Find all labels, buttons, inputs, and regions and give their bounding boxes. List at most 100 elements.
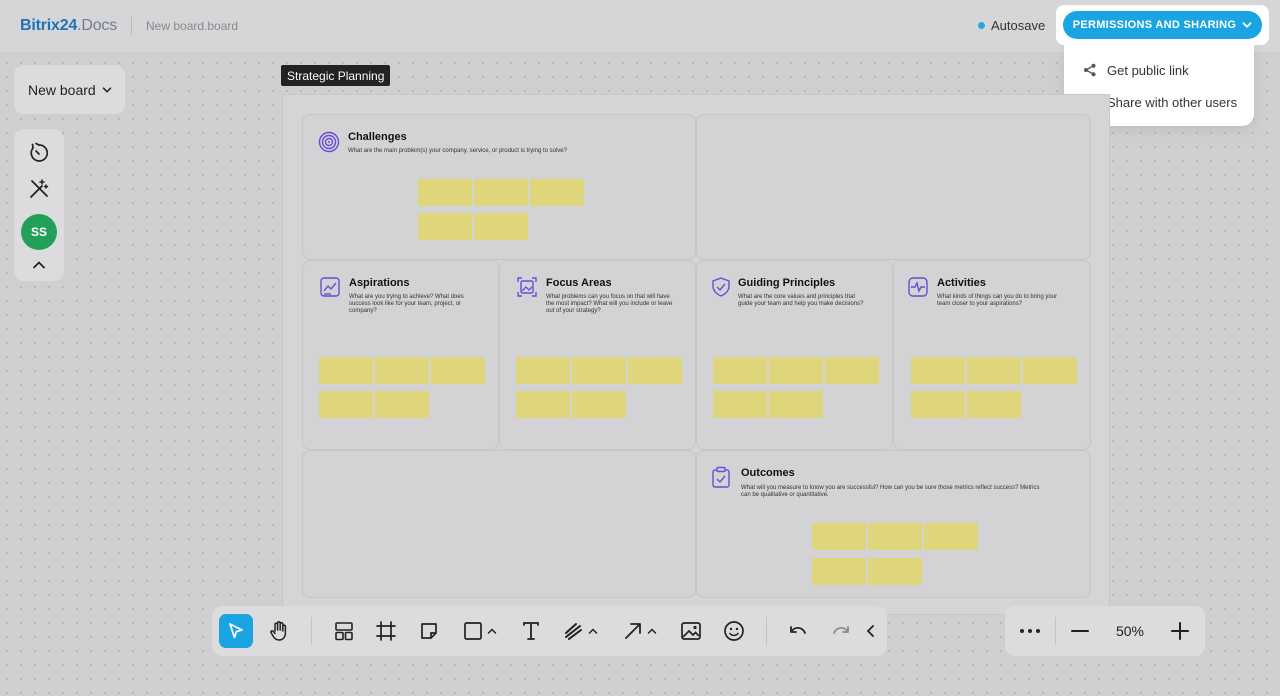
collapse-toolbar-button[interactable] (860, 614, 882, 648)
sticky-note[interactable] (375, 391, 429, 418)
frame-label[interactable]: Strategic Planning (281, 65, 391, 86)
plus-icon (1171, 622, 1189, 640)
section-challenges[interactable]: Challenges What are the main problem(s) … (302, 114, 696, 260)
sticky-note[interactable] (967, 357, 1021, 384)
sticky-note[interactable] (572, 357, 626, 384)
toolbar-divider (311, 617, 312, 645)
sticky-note[interactable] (319, 357, 373, 384)
sticky-note[interactable] (868, 523, 922, 550)
arrow-icon (625, 623, 641, 639)
section-guiding-principles[interactable]: Guiding Principles What are the core val… (696, 260, 893, 450)
wand-off-icon (30, 179, 49, 198)
avatar-initials: SS (21, 214, 57, 250)
templates-tool-button[interactable] (327, 614, 361, 648)
more-options-button[interactable] (1013, 614, 1047, 648)
chevron-up-icon (647, 628, 657, 634)
hand-tool-button[interactable] (262, 614, 296, 648)
chevron-up-icon (33, 261, 45, 269)
sticky-note[interactable] (769, 391, 823, 418)
sticky-note[interactable] (812, 558, 866, 585)
image-tool-button[interactable] (674, 614, 708, 648)
sticky-note[interactable] (431, 357, 485, 384)
collapse-toolbar-button[interactable] (14, 258, 64, 272)
section-empty-top-right[interactable] (696, 114, 1091, 260)
history-timer-icon (30, 142, 49, 162)
section-title: Aspirations (349, 277, 410, 289)
toolbar-divider (1055, 617, 1056, 645)
magic-wand-off-button[interactable] (14, 178, 64, 200)
toolbar-divider (766, 617, 767, 645)
zoom-in-button[interactable] (1163, 614, 1197, 648)
board-select-dropdown[interactable]: New board (14, 65, 125, 114)
section-activities[interactable]: Activities What kinds of things can you … (893, 260, 1091, 450)
permissions-and-sharing-button[interactable]: PERMISSIONS AND SHARING (1063, 11, 1262, 39)
section-title: Challenges (348, 131, 407, 143)
sticky-note[interactable] (628, 357, 682, 384)
smiley-icon (724, 621, 744, 641)
select-tool-button[interactable] (219, 614, 253, 648)
more-dots-icon (1020, 629, 1040, 633)
section-empty-bottom-left[interactable] (302, 450, 696, 598)
sticky-note[interactable] (516, 357, 570, 384)
sticky-note[interactable] (713, 357, 767, 384)
sticky-note[interactable] (825, 357, 879, 384)
section-description: What kinds of things can you do to bring… (937, 294, 1058, 307)
menu-item-label: Get public link (1107, 62, 1189, 78)
chart-board-icon (320, 277, 340, 297)
sticky-note[interactable] (572, 391, 626, 418)
autosave-status: Autosave (978, 18, 1045, 33)
zoom-level[interactable]: 50% (1111, 623, 1149, 639)
frame-tool-button[interactable] (369, 614, 403, 648)
section-outcomes[interactable]: Outcomes What will you measure to know y… (696, 450, 1091, 598)
emoji-tool-button[interactable] (717, 614, 751, 648)
sticky-note[interactable] (911, 391, 965, 418)
board-select-label: New board (28, 81, 96, 98)
target-icon (318, 131, 340, 153)
text-tool-button[interactable] (514, 614, 548, 648)
redo-button[interactable] (824, 614, 858, 648)
sticky-note[interactable] (418, 179, 472, 206)
sticky-note[interactable] (516, 391, 570, 418)
sticky-note-tool-button[interactable] (412, 614, 446, 648)
zoom-out-button[interactable] (1063, 614, 1097, 648)
sticky-note[interactable] (418, 213, 472, 240)
sticky-note[interactable] (474, 213, 528, 240)
activity-pulse-icon (908, 277, 928, 297)
chevron-down-icon (1242, 22, 1252, 28)
sticky-note[interactable] (911, 357, 965, 384)
menu-item-get-public-link[interactable]: Get public link (1064, 54, 1254, 86)
layout-template-icon (335, 622, 353, 641)
sticky-note-icon (421, 623, 437, 639)
cursor-pointer-icon (229, 623, 243, 639)
sticky-note[interactable] (319, 391, 373, 418)
pen-tool-button[interactable] (557, 614, 605, 648)
header-divider (131, 17, 133, 35)
arrow-tool-button[interactable] (616, 614, 664, 648)
sticky-note[interactable] (967, 391, 1021, 418)
sticky-note[interactable] (375, 357, 429, 384)
shape-tool-button[interactable] (456, 614, 504, 648)
document-title[interactable]: New board.board (146, 19, 238, 33)
history-button[interactable] (14, 142, 64, 164)
sticky-note[interactable] (530, 179, 584, 206)
permissions-container: PERMISSIONS AND SHARING (1056, 5, 1269, 45)
frame-icon (376, 621, 396, 641)
sticky-note[interactable] (713, 391, 767, 418)
zoom-controls: 50% (1005, 606, 1205, 656)
sticky-note[interactable] (769, 357, 823, 384)
sticky-note[interactable] (812, 523, 866, 550)
user-avatar[interactable]: SS (14, 214, 64, 250)
section-title: Activities (937, 277, 986, 289)
sticky-note[interactable] (1023, 357, 1077, 384)
undo-button[interactable] (781, 614, 815, 648)
board-canvas[interactable]: Challenges What are the main problem(s) … (282, 94, 1110, 615)
section-focus-areas[interactable]: Focus Areas What problems can you focus … (499, 260, 696, 450)
minus-icon (1071, 630, 1089, 632)
section-title: Focus Areas (546, 277, 612, 289)
section-aspirations[interactable]: Aspirations What are you trying to achie… (302, 260, 499, 450)
sticky-note[interactable] (474, 179, 528, 206)
sticky-note[interactable] (924, 523, 978, 550)
app-logo[interactable]: Bitrix24.Docs (20, 17, 117, 35)
hand-icon (270, 621, 287, 641)
sticky-note[interactable] (868, 558, 922, 585)
